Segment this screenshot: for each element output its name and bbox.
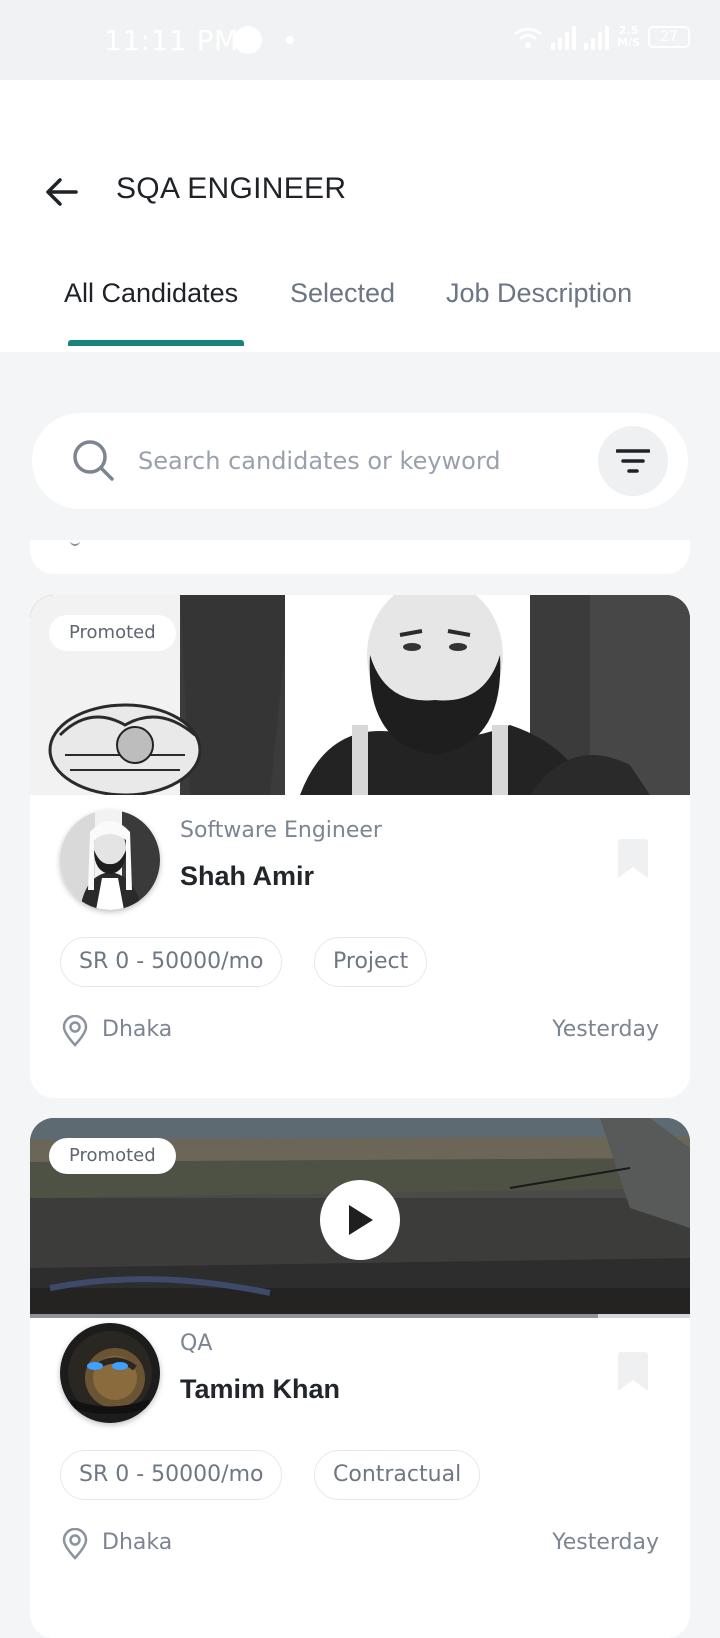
status-bar: 11:11 PM 2.5 M/S 27 — [0, 0, 720, 80]
status-indicators: 2.5 M/S 27 — [513, 24, 690, 50]
bookmark-icon[interactable] — [616, 838, 650, 880]
tab-bar: All Candidates Selected Job Description — [0, 278, 720, 352]
tab-all-candidates[interactable]: All Candidates — [64, 278, 238, 309]
tab-job-description[interactable]: Job Description — [446, 278, 632, 309]
candidate-location: Dhaka — [102, 1530, 173, 1555]
page-title: SQA ENGINEER — [116, 172, 347, 205]
salary-chip: SR 0 - 50000/mo — [60, 1450, 283, 1500]
wifi-icon — [514, 27, 543, 48]
notification-dot-icon — [286, 36, 294, 44]
posted-date: Yesterday — [552, 1017, 659, 1042]
location-pin-icon — [62, 1015, 88, 1047]
signal-2-icon — [584, 24, 610, 50]
back-button[interactable] — [40, 170, 84, 214]
candidate-role: Software Engineer — [180, 818, 382, 843]
messenger-icon — [234, 26, 262, 54]
search-input[interactable] — [138, 439, 598, 483]
candidate-card[interactable]: Promoted QA Tamim Khan SR 0 - 50000/mo C… — [30, 1118, 690, 1638]
speed-unit: M/S — [617, 36, 640, 49]
text-fragment — [70, 540, 80, 546]
candidate-media-image[interactable]: Promoted — [30, 595, 690, 795]
job-type-chip: Project — [314, 937, 428, 987]
arrow-left-icon — [46, 178, 78, 206]
signal-1-icon — [551, 24, 577, 50]
previous-card[interactable] — [30, 540, 690, 574]
play-icon — [349, 1205, 373, 1235]
location-pin-icon — [62, 1528, 88, 1560]
avatar[interactable] — [60, 1323, 160, 1423]
search-bar — [32, 413, 688, 509]
play-button[interactable] — [320, 1180, 400, 1260]
status-time: 11:11 PM — [104, 24, 239, 57]
video-progress-bar[interactable] — [30, 1314, 690, 1318]
candidate-name: Tamim Khan — [180, 1374, 341, 1404]
candidate-location: Dhaka — [102, 1017, 173, 1042]
posted-date: Yesterday — [552, 1530, 659, 1555]
salary-chip: SR 0 - 50000/mo — [60, 937, 283, 987]
candidate-name: Shah Amir — [180, 861, 315, 891]
job-type-chip: Contractual — [314, 1450, 481, 1500]
tab-selected[interactable]: Selected — [290, 278, 395, 309]
emblem — [48, 703, 202, 795]
battery-icon: 27 — [648, 26, 690, 48]
promoted-badge: Promoted — [49, 1138, 176, 1174]
network-speed: 2.5 M/S — [617, 25, 640, 49]
avatar[interactable] — [60, 810, 160, 910]
avatar-photo — [60, 1323, 160, 1423]
app-header: SQA ENGINEER All Candidates Selected Job… — [0, 80, 720, 352]
search-icon — [73, 440, 114, 481]
bookmark-icon[interactable] — [616, 1351, 650, 1393]
promoted-badge: Promoted — [49, 615, 176, 651]
filter-button[interactable] — [598, 426, 668, 496]
candidate-role: QA — [180, 1331, 213, 1356]
candidate-card[interactable]: Promoted Software Engineer Shah Amir SR … — [30, 595, 690, 1098]
filter-icon — [616, 449, 650, 473]
candidate-media-video[interactable]: Promoted — [30, 1118, 690, 1318]
video-progress-fill — [30, 1314, 598, 1318]
active-tab-indicator — [68, 340, 244, 346]
avatar-photo — [60, 810, 160, 910]
